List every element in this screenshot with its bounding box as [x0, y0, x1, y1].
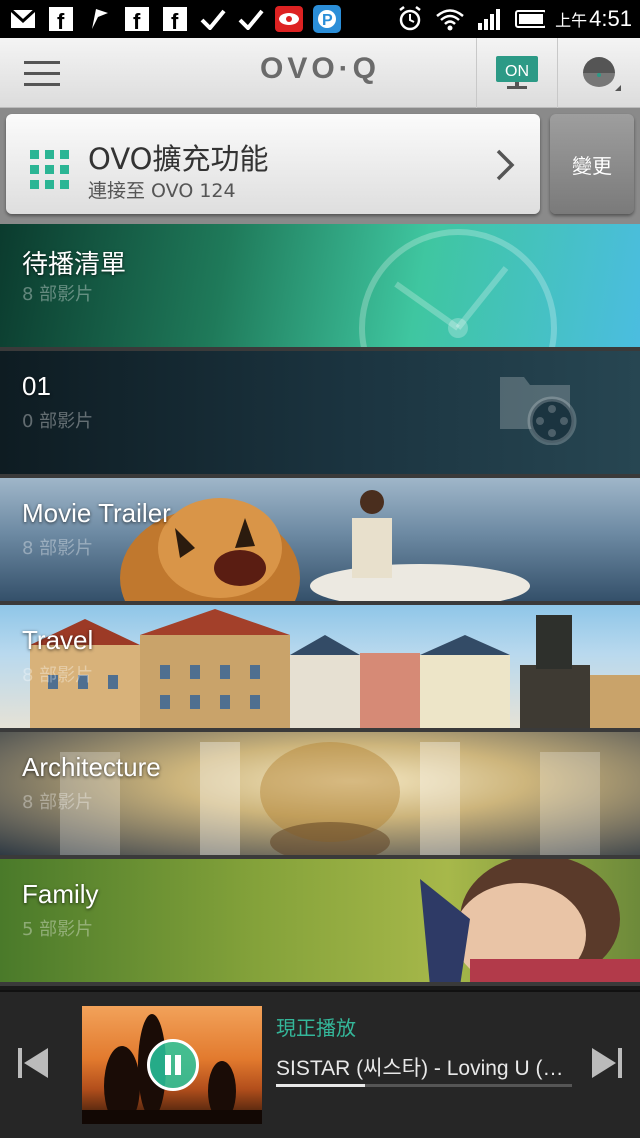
playlist-row-01[interactable]: 01 0 部影片 [0, 351, 640, 478]
playlist-row-watchlater[interactable]: 待播清單 8 部影片 [0, 224, 640, 351]
hamburger-icon [24, 61, 60, 86]
playlist-count: 8 部影片 [22, 792, 94, 813]
song-title[interactable]: SISTAR (씨스타) - Loving U (러빙유) MV [276, 1052, 576, 1082]
playlist-title: Architecture [22, 752, 161, 782]
skip-previous-icon [18, 1048, 48, 1078]
signal-icon [475, 5, 505, 33]
playlist-count: 5 部影片 [22, 919, 94, 940]
menu-button[interactable] [0, 38, 84, 108]
playback-progress[interactable] [276, 1084, 572, 1087]
pause-button[interactable] [147, 1039, 199, 1091]
camera-button[interactable] [557, 38, 640, 108]
playlist-list: 待播清單 8 部影片 01 0 部影片 Movie Trailer 8 部影片 [0, 224, 640, 986]
change-button[interactable]: 變更 [550, 114, 634, 214]
travel-thumbnail [30, 609, 640, 728]
status-bar: f f f P 上午4:51 [0, 0, 640, 38]
playlist-row-travel[interactable]: Travel 8 部影片 [0, 605, 640, 732]
playlist-row-architecture[interactable]: Architecture 8 部影片 [0, 732, 640, 859]
facebook-icon: f [160, 5, 190, 33]
p-app-icon: P [312, 5, 342, 33]
facebook-icon: f [46, 5, 76, 33]
check-icon [236, 5, 266, 33]
now-playing-bar: 現正播放 SISTAR (씨스타) - Loving U (러빙유) MV [0, 990, 640, 1138]
app-bar: OVO·Q ON [0, 38, 640, 108]
chevron-right-icon [496, 149, 515, 181]
svg-text:P: P [322, 12, 333, 29]
alarm-icon [395, 5, 425, 33]
pause-icon [165, 1055, 181, 1075]
clock-icon [359, 229, 557, 347]
playlist-count: 8 部影片 [22, 284, 94, 305]
now-playing-label: 現正播放 [276, 1016, 356, 1040]
svg-text:f: f [57, 9, 65, 31]
svg-text:f: f [133, 9, 141, 31]
playlist-count: 0 部影片 [22, 411, 94, 432]
facebook-icon: f [122, 5, 152, 33]
progress-fill [276, 1084, 365, 1087]
tv-icon: ON [495, 56, 538, 89]
skip-next-icon [592, 1048, 622, 1078]
extension-card[interactable]: OVO擴充功能 連接至 OVO 124 [6, 114, 540, 214]
playlist-title: 待播清單 [22, 249, 127, 279]
eye-app-icon [274, 5, 304, 33]
grid-icon [30, 150, 69, 189]
extension-panel: OVO擴充功能 連接至 OVO 124 變更 [0, 108, 640, 224]
playlist-title: Movie Trailer [22, 498, 171, 528]
wifi-icon [435, 5, 465, 33]
check-icon [198, 5, 228, 33]
playlist-title: Travel [22, 625, 94, 655]
extension-subtitle: 連接至 OVO 124 [88, 180, 236, 202]
tv-badge: ON [505, 63, 529, 80]
playlist-title: 01 [22, 371, 51, 401]
playlist-count: 8 部影片 [22, 665, 94, 686]
previous-button[interactable] [16, 1046, 50, 1084]
svg-text:f: f [171, 9, 179, 31]
flag-icon [84, 5, 114, 33]
playlist-count: 8 部影片 [22, 538, 94, 559]
battery-icon [515, 5, 546, 33]
playlist-row-movie-trailer[interactable]: Movie Trailer 8 部影片 [0, 478, 640, 605]
clock: 上午4:51 [555, 6, 632, 31]
gmail-icon [8, 5, 38, 33]
next-button[interactable] [590, 1046, 624, 1084]
tv-connection-button[interactable]: ON [476, 38, 556, 108]
app-logo: OVO·Q [259, 52, 380, 85]
playlist-title: Family [22, 879, 99, 909]
camera-icon [583, 57, 621, 91]
extension-title: OVO擴充功能 [88, 142, 269, 176]
video-folder-icon [500, 377, 577, 445]
playlist-row-family[interactable]: Family 5 部影片 [0, 859, 640, 986]
